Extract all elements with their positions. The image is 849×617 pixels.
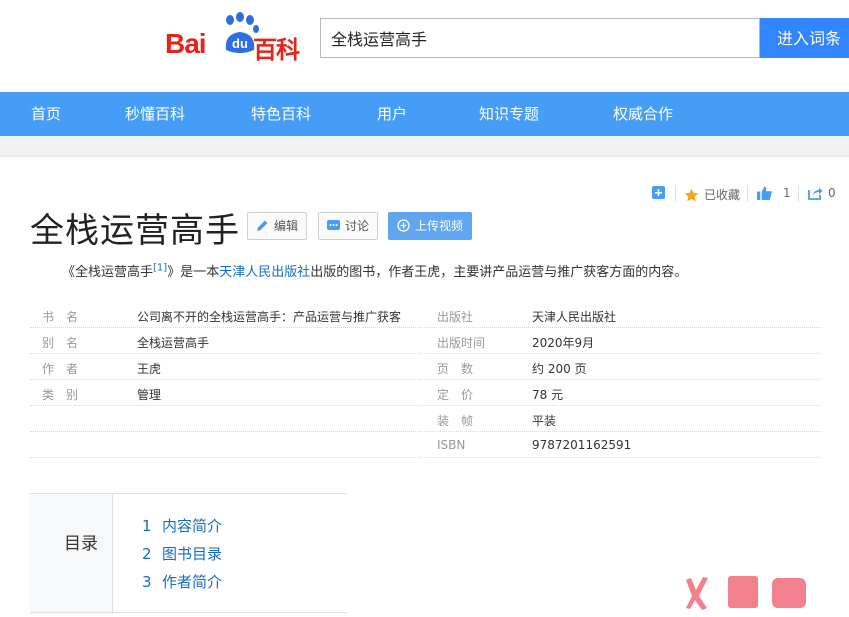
- divider: [747, 186, 748, 202]
- info-row: 别 名 全栈运营高手: [30, 328, 422, 354]
- info-row: 书 名 公司离不开的全栈运营高手：产品运营与推广获客: [30, 302, 422, 328]
- info-row: 类 别 管理: [30, 380, 422, 406]
- toc-item-number: 2: [142, 545, 152, 563]
- info-name: 装 帧: [437, 414, 474, 428]
- nav-item-user[interactable]: 用户: [377, 92, 407, 136]
- info-row: [30, 406, 422, 432]
- edit-button[interactable]: 编辑: [247, 212, 308, 240]
- divider: [30, 612, 347, 613]
- nav-item-featured[interactable]: 特色百科: [251, 92, 311, 136]
- search-box: [320, 18, 760, 58]
- info-value: 约 200 页: [532, 362, 587, 376]
- thumbs-up-icon: [757, 186, 772, 200]
- nav-item-miaodong[interactable]: 秒懂百科: [125, 92, 185, 136]
- toc-item[interactable]: 1 内容简介: [142, 515, 222, 536]
- info-row: 出版时间 2020年9月: [425, 328, 821, 354]
- collected-label: 已收藏: [704, 188, 741, 202]
- toc-item-label: 内容简介: [162, 517, 223, 535]
- info-name: ISBN: [437, 438, 466, 452]
- upload-video-button[interactable]: 上传视频: [388, 212, 473, 240]
- info-value: 天津人民出版社: [532, 310, 617, 324]
- baidu-baike-logo[interactable]: Bai du 百科: [165, 10, 305, 64]
- reference-link[interactable]: [1]: [153, 263, 167, 274]
- info-value: 9787201162591: [532, 438, 632, 452]
- toc-item[interactable]: 2 图书目录: [142, 543, 222, 564]
- info-value: 2020年9月: [532, 336, 595, 350]
- star-icon: [684, 188, 699, 201]
- toc-side-panel: 目录: [30, 494, 113, 614]
- summary-book-title: 《全栈运营高手: [62, 265, 154, 280]
- discuss-label: 讨论: [345, 219, 370, 233]
- toc-item-label: 作者简介: [162, 573, 223, 591]
- share-icon: [808, 187, 823, 200]
- logo-bai-text: Bai: [165, 28, 207, 59]
- info-name: 页 数: [437, 362, 474, 376]
- divider: [798, 186, 799, 202]
- like-count: 1: [783, 186, 791, 200]
- info-name: 类 别: [42, 388, 79, 402]
- page-gap: [0, 136, 849, 156]
- logo-du-text: du: [232, 36, 248, 51]
- info-value: 公司离不开的全栈运营高手：产品运营与推广获客: [137, 310, 402, 324]
- info-name: 作 者: [42, 362, 79, 376]
- plus-square-icon: [652, 186, 665, 199]
- enter-entry-button[interactable]: 进入词条: [760, 18, 849, 58]
- info-row: 出版社 天津人民出版社: [425, 302, 821, 328]
- info-row: ISBN 9787201162591: [425, 432, 821, 458]
- main-nav: 首页 秒懂百科 特色百科 用户 知识专题 权威合作: [0, 92, 849, 136]
- info-row: 作 者 王虎: [30, 354, 422, 380]
- plus-circle-icon: [397, 219, 410, 232]
- chat-bubble-icon: [327, 220, 340, 230]
- info-row: 页 数 约 200 页: [425, 354, 821, 380]
- info-value: 平装: [532, 414, 557, 428]
- logo-baike-text: 百科: [253, 36, 300, 64]
- nav-item-home[interactable]: 首页: [31, 92, 61, 136]
- info-row: 装 帧 平装: [425, 406, 821, 432]
- info-name: 书 名: [42, 310, 79, 324]
- info-name: 出版时间: [437, 336, 486, 350]
- summary-text: 》是一本: [167, 265, 220, 280]
- table-of-contents: 目录 1 内容简介 2 图书目录 3 作者简介: [30, 493, 347, 614]
- info-value: 78 元: [532, 388, 564, 402]
- pencil-icon: [257, 220, 268, 231]
- share-count: 0: [828, 186, 836, 200]
- toc-item-label: 图书目录: [162, 545, 223, 563]
- info-name: 别 名: [42, 336, 79, 350]
- toc-item[interactable]: 3 作者简介: [142, 571, 222, 592]
- info-value: 王虎: [137, 362, 162, 376]
- info-name: 定 价: [437, 388, 474, 402]
- info-name: 出版社: [437, 310, 474, 324]
- toc-item-number: 1: [142, 517, 152, 535]
- publisher-link[interactable]: 天津人民出版社: [219, 265, 310, 280]
- toc-title: 目录: [64, 534, 98, 554]
- nav-item-topics[interactable]: 知识专题: [479, 92, 539, 136]
- discuss-button[interactable]: 讨论: [318, 212, 379, 240]
- watermark-logo-icon: [686, 576, 806, 610]
- site-header: Bai du 百科 进入词条: [0, 0, 849, 92]
- divider: [675, 186, 676, 202]
- summary-text: 出版的图书，作者王虎，主要讲产品运营与推广获客方面的内容。: [310, 265, 688, 280]
- entry-summary: 《全栈运营高手[1]》是一本天津人民出版社出版的图书，作者王虎，主要讲产品运营与…: [62, 261, 687, 280]
- info-row: 定 价 78 元: [425, 380, 821, 406]
- info-row: [30, 432, 422, 458]
- search-input[interactable]: [329, 19, 733, 57]
- upload-video-label: 上传视频: [415, 219, 464, 233]
- info-value: 全栈运营高手: [137, 336, 210, 350]
- toc-item-number: 3: [142, 573, 152, 591]
- info-value: 管理: [137, 388, 162, 402]
- nav-item-partners[interactable]: 权威合作: [613, 92, 673, 136]
- add-button[interactable]: [652, 186, 665, 202]
- edit-label: 编辑: [274, 219, 299, 233]
- entry-title: 全栈运营高手: [30, 211, 240, 251]
